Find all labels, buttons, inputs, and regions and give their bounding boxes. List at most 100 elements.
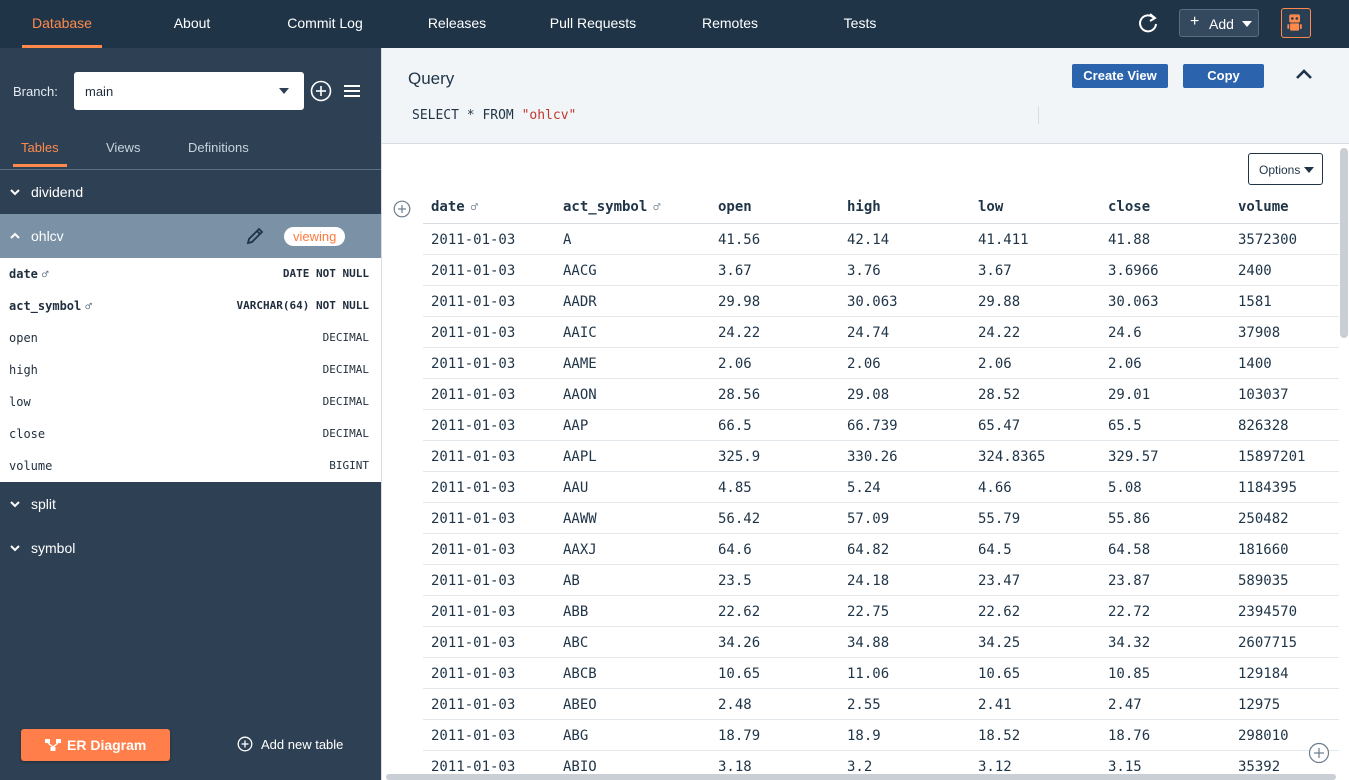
table-cell[interactable]: 24.22 <box>978 325 1020 341</box>
table-cell[interactable]: 2011-01-03 <box>431 759 515 775</box>
table-row[interactable]: 2011-01-03 ABEO 2.48 2.55 2.41 2.47 12975 <box>423 689 1339 720</box>
table-cell[interactable]: 29.01 <box>1108 387 1150 403</box>
table-row[interactable]: 2011-01-03 AB 23.5 24.18 23.47 23.87 589035 <box>423 565 1339 596</box>
table-cell[interactable]: 34.26 <box>718 635 760 651</box>
table-cell[interactable]: 22.62 <box>718 604 760 620</box>
column-header-date[interactable]: date ♂ <box>431 199 478 215</box>
sql-editor[interactable]: SELECT * FROM "ohlcv" <box>412 108 576 123</box>
table-cell[interactable]: 18.52 <box>978 728 1020 744</box>
table-cell[interactable]: 826328 <box>1238 418 1289 434</box>
table-cell[interactable]: ABEO <box>563 697 597 713</box>
table-cell[interactable]: ABIO <box>563 759 597 775</box>
table-cell[interactable]: 10.65 <box>718 666 760 682</box>
table-cell[interactable]: 1400 <box>1238 356 1272 372</box>
table-row[interactable]: 2011-01-03 AADR 29.98 30.063 29.88 30.063 1581 <box>423 286 1339 317</box>
table-cell[interactable]: 10.85 <box>1108 666 1150 682</box>
table-cell[interactable]: 2.06 <box>1108 356 1142 372</box>
table-cell[interactable]: 250482 <box>1238 511 1289 527</box>
table-cell[interactable]: 330.26 <box>847 449 898 465</box>
table-cell[interactable]: 324.8365 <box>978 449 1045 465</box>
table-cell[interactable]: AAON <box>563 387 597 403</box>
table-cell[interactable]: 3.67 <box>978 263 1012 279</box>
table-cell[interactable]: 11.06 <box>847 666 889 682</box>
table-cell[interactable]: 22.72 <box>1108 604 1150 620</box>
column-header-close[interactable]: close <box>1108 199 1150 215</box>
table-row[interactable]: 2011-01-03 AAU 4.85 5.24 4.66 5.08 1184395 <box>423 472 1339 503</box>
table-row[interactable]: 2011-01-03 ABCB 10.65 11.06 10.65 10.85 129184 <box>423 658 1339 689</box>
table-cell[interactable]: 28.56 <box>718 387 760 403</box>
vertical-scrollbar[interactable] <box>1340 148 1348 338</box>
table-cell[interactable]: 3.6966 <box>1108 263 1159 279</box>
table-cell[interactable]: 64.58 <box>1108 542 1150 558</box>
table-cell[interactable]: 29.98 <box>718 294 760 310</box>
table-cell[interactable]: AAPL <box>563 449 597 465</box>
nav-tab-releases[interactable]: Releases <box>420 0 494 48</box>
nav-tab-commit-log[interactable]: Commit Log <box>280 0 370 48</box>
menu-icon[interactable] <box>344 84 360 98</box>
table-cell[interactable]: 41.88 <box>1108 232 1150 248</box>
table-cell[interactable]: 30.063 <box>1108 294 1159 310</box>
table-cell[interactable]: 64.5 <box>978 542 1012 558</box>
branch-select[interactable]: main <box>74 72 304 110</box>
table-cell[interactable]: 2.47 <box>1108 697 1142 713</box>
table-cell[interactable]: 56.42 <box>718 511 760 527</box>
add-branch-icon[interactable] <box>310 80 332 102</box>
nav-tab-pull-requests[interactable]: Pull Requests <box>545 0 641 48</box>
table-cell[interactable]: 181660 <box>1238 542 1289 558</box>
table-cell[interactable]: 18.76 <box>1108 728 1150 744</box>
table-cell[interactable]: 4.85 <box>718 480 752 496</box>
table-cell[interactable]: 2607715 <box>1238 635 1297 651</box>
table-cell[interactable]: 24.6 <box>1108 325 1142 341</box>
sidebar-tab-views[interactable]: Views <box>106 140 140 155</box>
column-header-volume[interactable]: volume <box>1238 199 1289 215</box>
table-row[interactable]: 2011-01-03 ABC 34.26 34.88 34.25 34.32 2607715 <box>423 627 1339 658</box>
table-cell[interactable]: 65.47 <box>978 418 1020 434</box>
table-item-ohlcv[interactable]: ohlcv viewing <box>0 214 381 258</box>
table-cell[interactable]: AAME <box>563 356 597 372</box>
table-cell[interactable]: 35392 <box>1238 759 1280 775</box>
table-cell[interactable]: 5.24 <box>847 480 881 496</box>
nav-tab-about[interactable]: About <box>162 0 222 48</box>
table-row[interactable]: 2011-01-03 A 41.56 42.14 41.411 41.88 3572300 <box>423 224 1339 255</box>
add-column-icon[interactable] <box>393 200 411 218</box>
table-cell[interactable]: 2394570 <box>1238 604 1297 620</box>
table-cell[interactable]: 24.22 <box>718 325 760 341</box>
table-cell[interactable]: 2.06 <box>847 356 881 372</box>
table-cell[interactable]: 2011-01-03 <box>431 387 515 403</box>
table-cell[interactable]: 15897201 <box>1238 449 1305 465</box>
table-row[interactable]: 2011-01-03 AAME 2.06 2.06 2.06 2.06 1400 <box>423 348 1339 379</box>
table-cell[interactable]: 3.15 <box>1108 759 1142 775</box>
table-cell[interactable]: 2.41 <box>978 697 1012 713</box>
table-row[interactable]: 2011-01-03 AAIC 24.22 24.74 24.22 24.6 37908 <box>423 317 1339 348</box>
table-cell[interactable]: 129184 <box>1238 666 1289 682</box>
options-button[interactable]: Options <box>1248 153 1323 185</box>
table-cell[interactable]: 589035 <box>1238 573 1289 589</box>
edit-pencil-icon[interactable] <box>245 226 265 246</box>
table-cell[interactable]: 298010 <box>1238 728 1289 744</box>
table-cell[interactable]: A <box>563 232 571 248</box>
table-cell[interactable]: ABC <box>563 635 588 651</box>
column-header-act-symbol[interactable]: act_symbol ♂ <box>563 199 661 215</box>
table-cell[interactable]: 2011-01-03 <box>431 728 515 744</box>
table-cell[interactable]: 55.79 <box>978 511 1020 527</box>
table-cell[interactable]: AAP <box>563 418 588 434</box>
table-cell[interactable]: 2011-01-03 <box>431 449 515 465</box>
table-cell[interactable]: 103037 <box>1238 387 1289 403</box>
table-cell[interactable]: 5.08 <box>1108 480 1142 496</box>
table-cell[interactable]: 2011-01-03 <box>431 666 515 682</box>
create-view-button[interactable]: Create View <box>1072 64 1168 88</box>
table-cell[interactable]: 2011-01-03 <box>431 480 515 496</box>
copy-button[interactable]: Copy <box>1183 64 1264 88</box>
table-cell[interactable]: 29.08 <box>847 387 889 403</box>
table-cell[interactable]: 1184395 <box>1238 480 1297 496</box>
table-cell[interactable]: 23.5 <box>718 573 752 589</box>
horizontal-scrollbar[interactable] <box>386 774 1336 780</box>
table-cell[interactable]: 2011-01-03 <box>431 635 515 651</box>
table-cell[interactable]: 10.65 <box>978 666 1020 682</box>
table-cell[interactable]: 64.6 <box>718 542 752 558</box>
table-row[interactable]: 2011-01-03 AAPL 325.9 330.26 324.8365 329.57 1… <box>423 441 1339 472</box>
table-cell[interactable]: AAU <box>563 480 588 496</box>
table-cell[interactable]: 3.67 <box>718 263 752 279</box>
user-avatar[interactable] <box>1281 8 1311 38</box>
table-cell[interactable]: AACG <box>563 263 597 279</box>
